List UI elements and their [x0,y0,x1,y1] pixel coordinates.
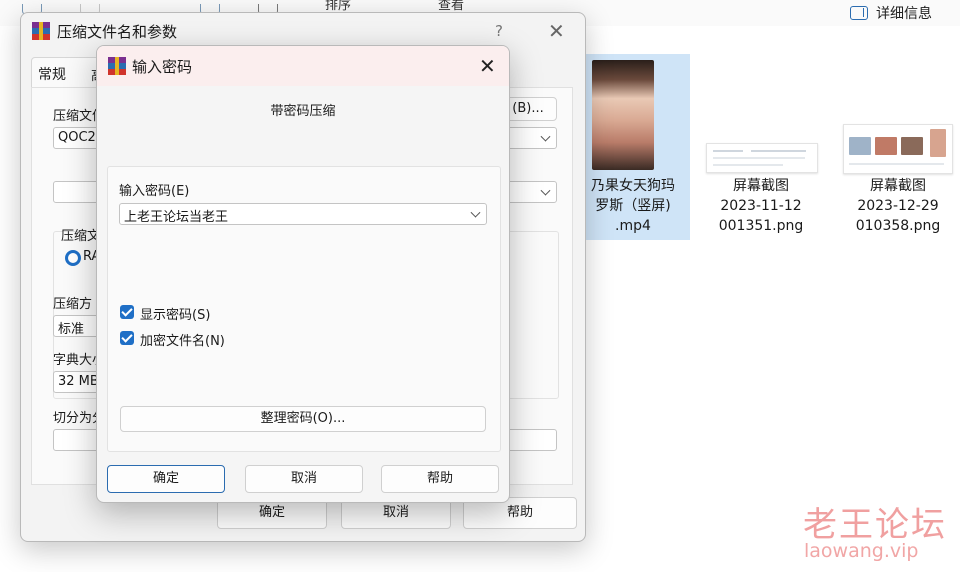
compression-method-label: 压缩方 [53,297,93,312]
encrypt-filenames-label: 加密文件名(N) [140,334,225,349]
screenshot-thumbnail [706,143,818,173]
file-name-line: 屏幕截图 [870,178,926,194]
help-icon[interactable]: ? [495,22,503,40]
file-name-line: 屏幕截图 [733,178,789,194]
file-item-screenshot-2[interactable]: 屏幕截图 2023-12-29 010358.png [843,176,953,236]
watermark-site-name: 老王论坛 [803,505,947,545]
file-name-line: 2023-11-12 [720,198,802,214]
chevron-down-icon [540,131,551,142]
password-label: 输入密码(E) [119,184,190,199]
password-dialog-subtitle: 带密码压缩 [270,104,336,119]
password-cancel-button[interactable]: 取消 [245,465,363,493]
file-name-video: 乃果女天狗玛 罗斯（竖屏) .mp4 [574,176,692,236]
winrar-icon [32,22,50,40]
file-name-line: 001351.png [718,218,804,234]
archive-format-label: 压缩文 [61,229,101,244]
details-pane-icon [850,6,868,20]
screenshot-thumbnail [843,124,953,174]
archive-dialog-title: 压缩文件名和参数 [57,23,178,41]
show-password-checkbox[interactable] [120,305,134,319]
file-item-screenshot-1[interactable]: 屏幕截图 2023-11-12 001351.png [706,176,816,236]
password-help-button[interactable]: 帮助 [381,465,499,493]
close-icon[interactable]: ✕ [548,21,565,41]
file-name-line: 罗斯（竖屏) [595,198,671,214]
video-thumbnail [592,60,654,170]
close-icon[interactable]: ✕ [479,56,496,76]
winrar-icon [108,57,126,75]
enter-password-dialog: 输入密码 ✕ 带密码压缩 输入密码(E) 上老王论坛当老王 显示密码(S) 加密… [96,45,510,503]
chevron-down-icon [540,185,551,196]
watermark-url: laowang.vip [804,540,919,562]
password-value: 上老王论坛当老王 [124,210,229,225]
file-name-line: 乃果女天狗玛 [591,178,675,194]
details-pane-button[interactable]: 详细信息 [850,3,932,23]
rar-format-radio[interactable] [65,250,81,266]
file-name-line: 2023-12-29 [857,198,939,214]
archive-dialog-titlebar: 压缩文件名和参数 ? ✕ [21,13,585,49]
organize-passwords-button[interactable]: 整理密码(O)... [120,406,486,432]
encrypt-filenames-checkbox[interactable] [120,331,134,345]
password-input[interactable]: 上老王论坛当老王 [119,203,487,225]
file-name-line: .mp4 [615,218,651,234]
details-label: 详细信息 [876,6,932,22]
show-password-label: 显示密码(S) [140,308,211,323]
tab-label: 常规 [38,67,66,83]
password-dialog-title: 输入密码 [132,58,193,76]
file-name-line: 010358.png [855,218,941,234]
chevron-down-icon [470,207,481,218]
password-dialog-titlebar: 输入密码 ✕ [97,46,509,86]
password-ok-button[interactable]: 确定 [107,465,225,493]
